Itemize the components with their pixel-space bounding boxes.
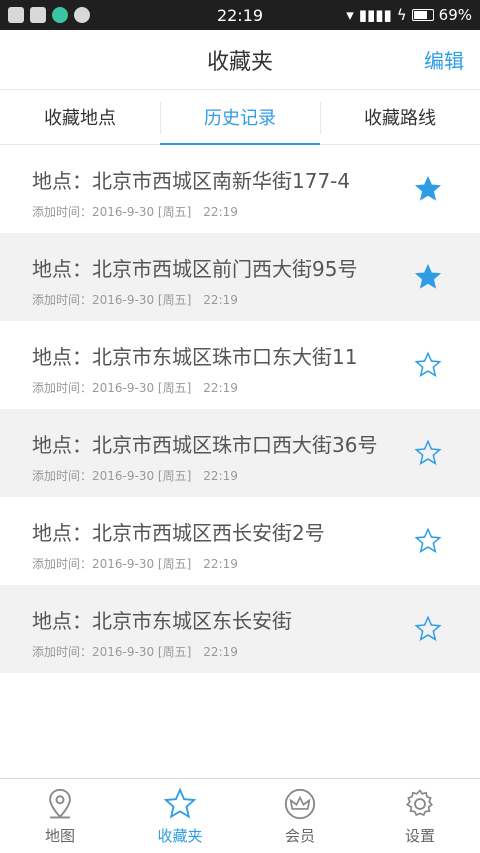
place-address: 地点：北京市西城区南新华街177-4: [32, 169, 351, 193]
tab-history[interactable]: 历史记录: [160, 90, 320, 145]
tab-divider: [320, 102, 321, 134]
nav-map[interactable]: 地图: [0, 779, 120, 853]
place-address: 地点：北京市西城区珠市口西大街36号: [32, 433, 378, 457]
nav-favorites[interactable]: 收藏夹: [120, 779, 240, 853]
place-address: 地点：北京市西城区前门西大街95号: [32, 257, 358, 281]
page-title: 收藏夹: [206, 49, 273, 75]
added-time: 添加时间：2016-9-30 [周五] 22:19: [32, 557, 238, 571]
status-time: 22:19: [216, 5, 264, 25]
list-item[interactable]: 地点：北京市西城区前门西大街95号 添加时间：2016-9-30 [周五] 22:…: [0, 233, 480, 321]
place-address: 地点：北京市东城区珠市口东大街11: [32, 345, 358, 369]
place-address: 地点：北京市西城区西长安街2号: [32, 521, 325, 545]
nav-member-label: 会员: [284, 826, 315, 845]
nav-map-label: 地图: [44, 826, 75, 845]
nav-member[interactable]: 会员: [240, 779, 360, 853]
list-item[interactable]: 地点：北京市西城区珠市口西大街36号 添加时间：2016-9-30 [周五] 22…: [0, 409, 480, 497]
star-icon: [163, 787, 197, 819]
star-outline-icon[interactable]: [414, 615, 442, 643]
star-filled-icon[interactable]: [414, 263, 442, 291]
nav-favorites-label: 收藏夹: [157, 826, 203, 845]
star-outline-icon[interactable]: [414, 527, 442, 555]
added-time: 添加时间：2016-9-30 [周五] 22:19: [32, 205, 238, 219]
gear-icon: [405, 788, 433, 816]
list-item[interactable]: 地点：北京市西城区南新华街177-4 添加时间：2016-9-30 [周五] 22…: [0, 145, 480, 233]
tab-bar: 收藏地点 历史记录 收藏路线: [0, 90, 480, 145]
bottom-nav: 地图 收藏夹 会员 设置: [0, 778, 480, 853]
nav-settings-label: 设置: [404, 826, 435, 845]
map-pin-icon: [49, 788, 71, 818]
tab-favorite-routes[interactable]: 收藏路线: [320, 90, 480, 144]
list-item[interactable]: 地点：北京市东城区珠市口东大街11 添加时间：2016-9-30 [周五] 22:…: [0, 321, 480, 409]
star-outline-icon[interactable]: [414, 439, 442, 467]
edit-button[interactable]: 编辑: [424, 45, 464, 74]
tab-divider: [160, 102, 161, 134]
history-list: 地点：北京市西城区南新华街177-4 添加时间：2016-9-30 [周五] 22…: [0, 145, 480, 673]
star-filled-icon[interactable]: [414, 175, 442, 203]
star-outline-icon[interactable]: [414, 351, 442, 379]
place-address: 地点：北京市东城区东长安街: [32, 609, 292, 633]
list-item[interactable]: 地点：北京市西城区西长安街2号 添加时间：2016-9-30 [周五] 22:19: [0, 497, 480, 585]
app-header: 收藏夹 编辑: [0, 30, 480, 90]
nav-settings[interactable]: 设置: [360, 779, 480, 853]
tab-favorite-places[interactable]: 收藏地点: [0, 90, 160, 144]
status-bar: 22:19 ▾ ▮▮▮▮ ϟ 69%: [0, 0, 480, 30]
crown-icon: [284, 788, 316, 819]
added-time: 添加时间：2016-9-30 [周五] 22:19: [32, 645, 238, 659]
added-time: 添加时间：2016-9-30 [周五] 22:19: [32, 469, 238, 483]
added-time: 添加时间：2016-9-30 [周五] 22:19: [32, 293, 238, 307]
added-time: 添加时间：2016-9-30 [周五] 22:19: [32, 381, 238, 395]
list-item[interactable]: 地点：北京市东城区东长安街 添加时间：2016-9-30 [周五] 22:19: [0, 585, 480, 673]
battery-icon: [411, 9, 434, 21]
